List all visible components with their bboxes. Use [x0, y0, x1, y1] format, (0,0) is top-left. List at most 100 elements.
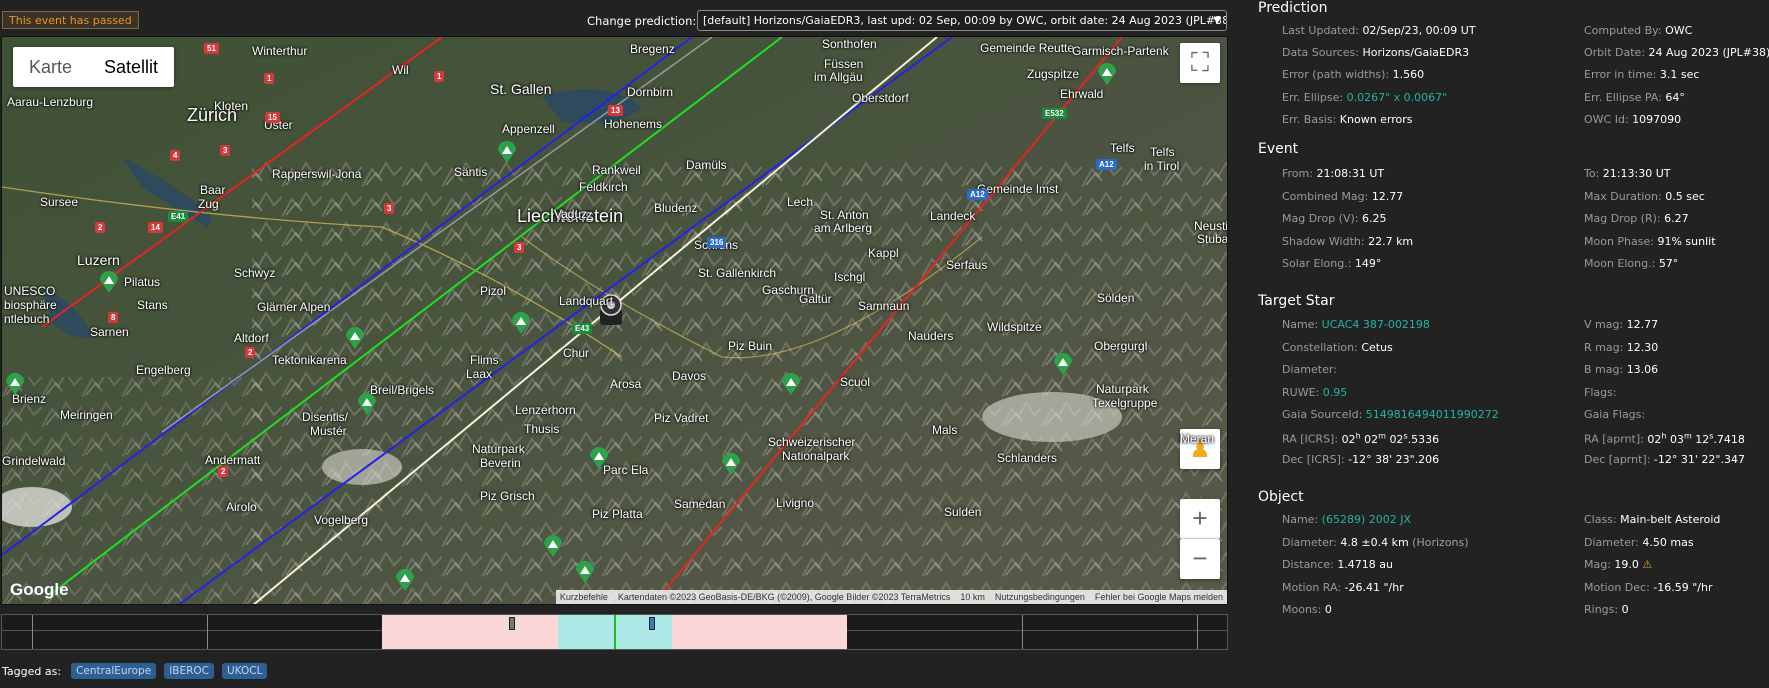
star-ruwe: RUWE: 0.95 [1282, 386, 1348, 399]
event-mag-drop-r: Mag Drop (R): 6.27 [1584, 212, 1689, 225]
map-label: Nationalpark [782, 449, 850, 463]
map-label: Chur [563, 346, 590, 360]
map-label: Piz Vadret [654, 411, 709, 425]
map-label: Feldkirch [579, 180, 628, 194]
map-label: Piz Buin [728, 339, 773, 353]
tag-chip[interactable]: IBEROC [164, 663, 215, 679]
map-scale[interactable]: 10 km [960, 590, 985, 604]
star-bmag: B mag: 13.06 [1584, 363, 1659, 376]
object-diameter-km: Diameter: 4.8 ±0.4 km (Horizons) [1282, 536, 1469, 549]
map-label: biosphäre [4, 298, 57, 312]
timeline-end-handle[interactable] [649, 617, 655, 630]
star-name-link[interactable]: UCAC4 387-002198 [1322, 318, 1430, 331]
timeline-tick [207, 615, 208, 649]
map-label: Sarnen [90, 325, 129, 339]
map-label: Glärner Alpen [257, 300, 331, 314]
shortcuts-link[interactable]: Kurzbefehle [560, 590, 608, 604]
peak-marker-icon [512, 312, 530, 334]
object-mag: Mag: 19.0 ⚠ [1584, 558, 1653, 571]
road-shield: E43 [572, 323, 593, 334]
map-label: Wildspitze [987, 320, 1042, 334]
map-type-satellite-button[interactable]: Satellit [88, 47, 174, 87]
star-diameter: Diameter: [1282, 363, 1337, 376]
road-shield: 13 [608, 105, 623, 116]
details-panel: Prediction Last Updated: 02/Sep/23, 00:0… [1258, 0, 1769, 688]
map-label: Aarau-Lenzburg [7, 95, 94, 109]
prediction-title: Prediction [1258, 0, 1328, 16]
map-data-credit: Kartendaten ©2023 GeoBasis-DE/BKG (©2009… [617, 592, 951, 602]
map-label: Ischgl [834, 270, 866, 284]
event-solar-elong: Solar Elong.: 149° [1282, 257, 1382, 270]
google-logo: Google [10, 580, 69, 599]
plus-icon: + [1192, 503, 1208, 533]
map-label: Piz Grisch [480, 489, 535, 503]
peak-marker-icon [782, 373, 800, 395]
road-shield: 2 [245, 347, 256, 358]
event-timeline[interactable] [1, 614, 1228, 650]
road-shield: 3 [514, 242, 525, 253]
map-label: Disentis/ [302, 410, 349, 424]
warning-icon[interactable]: ⚠ [1642, 558, 1652, 571]
map-type-map-button[interactable]: Karte [13, 47, 88, 87]
timeline-tick [1197, 615, 1198, 649]
map-label: Airolo [226, 500, 257, 514]
map-label: Schwyz [234, 266, 276, 280]
map-label: Zugspitze [1027, 67, 1080, 81]
star-dec-apparent: Dec [aprnt]: -12° 31' 22".347 [1584, 453, 1745, 466]
map-label: Samnaun [858, 299, 910, 313]
object-motion-ra: Motion RA: -26.41 "/hr [1282, 581, 1404, 594]
star-ra-apparent: RA [aprnt]: 02h 03m 12s.7418 [1584, 431, 1745, 446]
event-max-duration: Max Duration: 0.5 sec [1584, 190, 1705, 203]
object-name-link[interactable]: (65289) 2002 JX [1322, 513, 1411, 526]
road-shield: 51 [204, 43, 219, 54]
object-motion-dec: Motion Dec: -16.59 "/hr [1584, 581, 1713, 594]
map-label: Schweizerischer [768, 435, 856, 449]
peak-marker-icon [346, 327, 364, 349]
prediction-select[interactable]: [default] Horizons/GaiaEDR3, last upd: 0… [697, 10, 1227, 31]
map-label: Engelberg [136, 363, 191, 377]
object-name: Name: (65289) 2002 JX [1282, 513, 1412, 526]
minus-icon: − [1192, 543, 1208, 573]
map-label: Arosa [610, 377, 642, 391]
timeline-start-handle[interactable] [509, 617, 515, 630]
tag-chip[interactable]: CentralEurope [71, 663, 157, 679]
peak-marker-icon [396, 569, 414, 591]
pred-owc-id: OWC Id: 1097090 [1584, 113, 1682, 126]
road-shield: 15 [265, 112, 280, 123]
report-error-link[interactable]: Fehler bei Google Maps melden [1095, 590, 1223, 604]
road-shield: 4 [170, 150, 181, 161]
object-distance: Distance: 1.4718 au [1282, 558, 1394, 571]
map-label: Meran [1180, 432, 1215, 446]
fullscreen-button[interactable]: ⛶ [1180, 43, 1220, 83]
star-vmag: V mag: 12.77 [1584, 318, 1659, 331]
map-label: Appenzell [502, 122, 555, 136]
peak-marker-icon [6, 373, 24, 395]
pred-err-ellipse-pa: Err. Ellipse PA: 64° [1584, 91, 1685, 104]
map-label: Mustér [310, 424, 347, 438]
map-label: Winterthur [252, 44, 308, 58]
map-label: Säntis [454, 165, 488, 179]
event-passed-badge: This event has passed [2, 11, 139, 29]
road-shield: E532 [1042, 108, 1067, 119]
map-label: UNESCO [4, 284, 56, 298]
tag-chip[interactable]: UKOCL [222, 663, 268, 679]
zoom-out-button[interactable]: − [1180, 539, 1220, 579]
star-rmag: R mag: 12.30 [1584, 341, 1659, 354]
map-label: Serfaus [946, 258, 988, 272]
map-label: Hohenems [604, 117, 663, 131]
map-type-control: Karte Satellit [13, 47, 175, 87]
road-shield: A12 [1096, 159, 1117, 170]
map-label: Livigno [776, 496, 815, 510]
map[interactable]: Karte Satellit ⛶ ♟ + − Zürich Liechtenst… [1, 36, 1228, 605]
map-label: Altdorf [234, 331, 269, 345]
peak-marker-icon [722, 453, 740, 475]
map-label: Telfs [1110, 141, 1135, 155]
peak-marker-icon [544, 535, 562, 557]
zoom-in-button[interactable]: + [1180, 499, 1220, 539]
map-attribution: Kurzbefehle Kartendaten ©2023 GeoBasis-D… [555, 590, 1227, 604]
terms-link[interactable]: Nutzungsbedingungen [995, 590, 1085, 604]
map-label: Gemeinde Imst [977, 182, 1059, 196]
map-label: Naturpark [472, 442, 525, 456]
gaia-sourceid-link[interactable]: 5149816494011990272 [1366, 408, 1499, 421]
map-label: Wil [392, 63, 409, 77]
